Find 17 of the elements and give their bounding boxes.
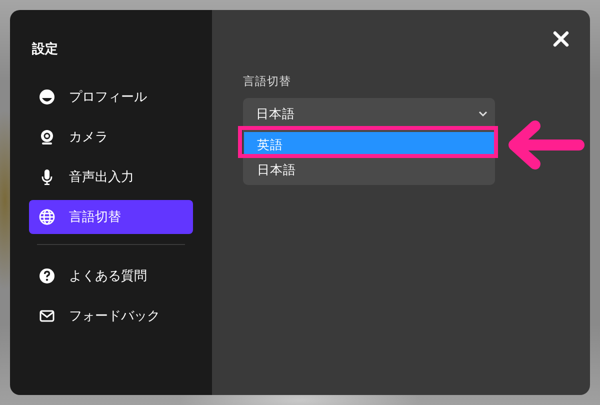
sidebar-item[interactable]: 言語切替 xyxy=(29,200,193,234)
envelope-icon xyxy=(39,308,55,324)
dropdown-option[interactable]: 日本語 xyxy=(244,157,494,182)
settings-title: 設定 xyxy=(32,40,59,58)
sidebar-item[interactable]: カメラ xyxy=(29,120,193,154)
microphone-icon xyxy=(39,169,55,185)
profile-icon xyxy=(39,89,55,105)
sidebar-item[interactable]: よくある質問 xyxy=(29,259,193,293)
sidebar-item[interactable]: 音声出入力 xyxy=(29,160,193,194)
section-label: 言語切替 xyxy=(243,74,291,89)
close-icon[interactable] xyxy=(552,30,570,48)
sidebar-item[interactable]: フォードバック xyxy=(29,299,193,333)
webcam-icon xyxy=(39,129,55,145)
globe-icon xyxy=(39,209,55,225)
chevron-icon xyxy=(478,110,488,118)
help-icon xyxy=(39,268,55,284)
sidebar-item[interactable]: プロフィール xyxy=(29,80,193,114)
